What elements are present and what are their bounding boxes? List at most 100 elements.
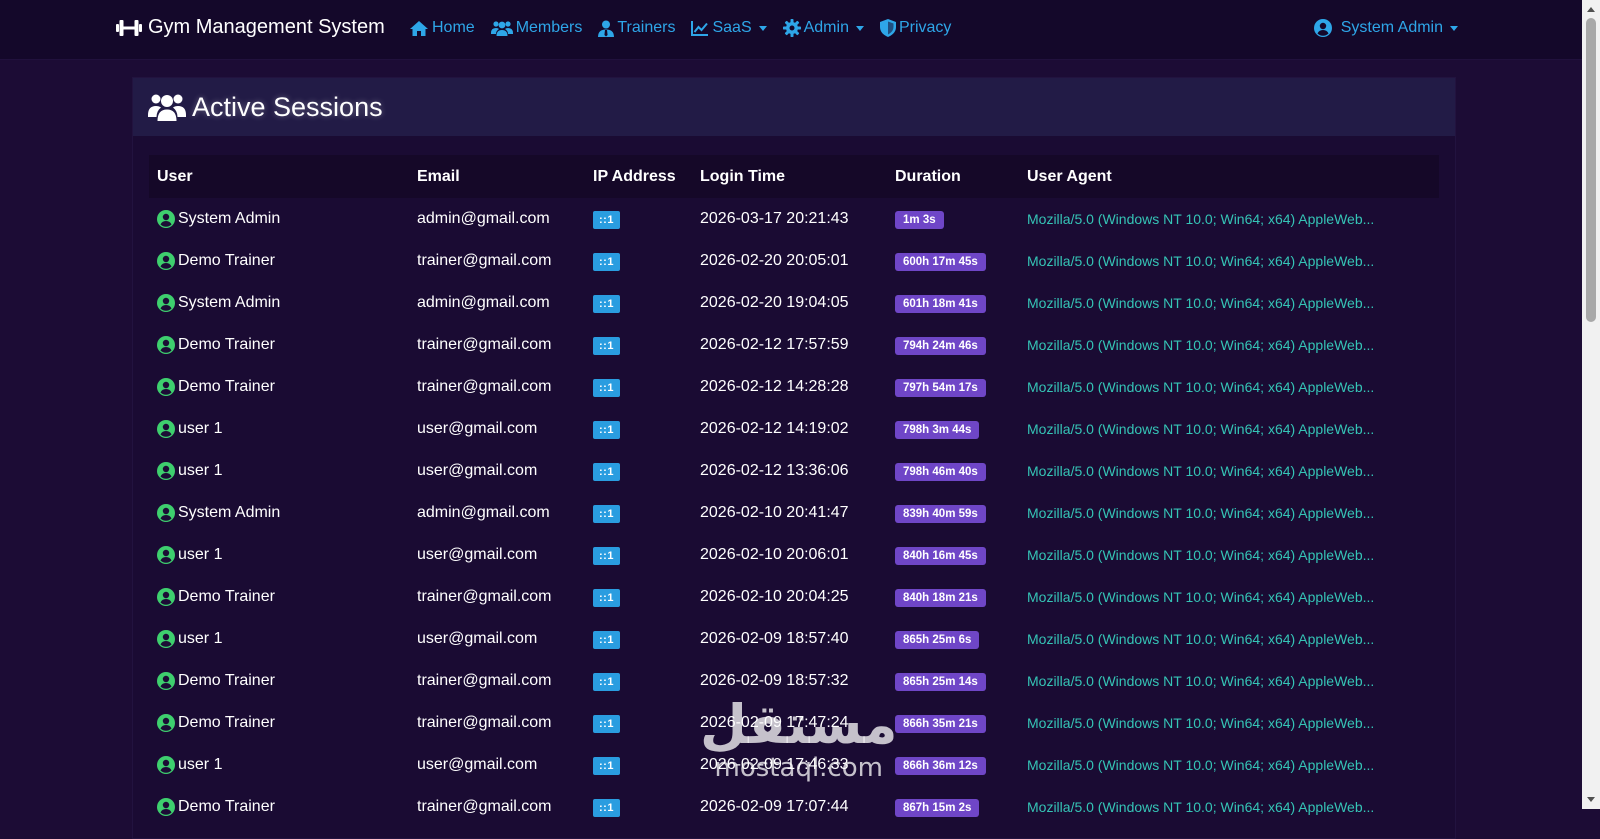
table-row: Demo Trainer trainer@gmail.com::1 2026-02-… [149,702,1439,744]
cell-ip: ::1 [585,324,692,366]
user-cell: Demo Trainer [157,252,409,270]
user-agent-text: Mozilla/5.0 (Windows NT 10.0; Win64; x64… [1027,799,1375,815]
cell-user-agent: Mozilla/5.0 (Windows NT 10.0; Win64; x64… [1019,450,1439,492]
cell-ip: ::1 [585,282,692,324]
cell-email: admin@gmail.com [417,294,550,311]
column-header-user-agent: User Agent [1027,167,1112,185]
user-status-icon [157,336,175,354]
page-scrollbar[interactable] [1582,0,1600,809]
table-row: Demo Trainer trainer@gmail.com::1 2026-02-… [149,786,1439,828]
cell-duration: 865h 25m 6s [887,618,1019,660]
ip-badge: ::1 [593,714,620,733]
cell-ip: ::1 [585,744,692,786]
user-name: Demo Trainer [178,798,275,815]
ip-badge: ::1 [593,378,620,397]
ip-badge: ::1 [593,630,620,649]
user-name: System Admin [178,210,281,227]
nav-members[interactable]: Members [490,19,582,37]
cell-duration: 794h 24m 46s [887,324,1019,366]
chevron-down-icon [758,25,767,31]
cell-user: user 1 [149,408,409,450]
user-status-icon [157,294,175,312]
user-agent-text: Mozilla/5.0 (Windows NT 10.0; Win64; x64… [1027,715,1375,731]
cell-user: user 1 [149,744,409,786]
user-name: Demo Trainer [178,672,275,689]
user-name: user 1 [178,630,223,647]
cell-duration: 866h 36m 12s [887,744,1019,786]
nav-saas-label: SaaS [712,19,752,36]
cell-user: Demo Trainer [149,702,409,744]
ip-badge: ::1 [593,798,620,817]
user-status-icon [157,798,175,816]
table-row: user 1 user@gmail.com::1 2026-02-12 14:19:… [149,408,1439,450]
cell-login-time: 2026-02-12 13:36:06 [700,462,849,479]
nav-admin[interactable]: Admin [782,19,864,37]
nav-links: Home Members Trainers SaaS Admin Privacy [409,19,967,37]
user-cell: user 1 [157,546,409,564]
table-header-row: User Email IP Address Login Time Duratio… [149,155,1439,198]
cell-email: user@gmail.com [417,420,538,437]
brand-name: Gym Management System [148,16,385,38]
user-cell: user 1 [157,756,409,774]
brand-link[interactable]: Gym Management System [116,16,385,39]
cell-login-time: 2026-02-09 18:57:40 [700,630,849,647]
cell-user-agent: Mozilla/5.0 (Windows NT 10.0; Win64; x64… [1019,786,1439,828]
ip-badge: ::1 [593,420,620,439]
cell-email: user@gmail.com [417,546,538,563]
cell-email: trainer@gmail.com [417,336,552,353]
cell-email: trainer@gmail.com [417,714,552,731]
duration-badge: 865h 25m 14s [895,672,986,691]
nav-saas[interactable]: SaaS [691,19,767,37]
duration-badge: 797h 54m 17s [895,378,986,397]
user-cell: Demo Trainer [157,378,409,396]
cell-email: user@gmail.com [417,756,538,773]
column-header-ip: IP Address [593,167,676,185]
chevron-down-icon [1450,25,1458,31]
ip-badge: ::1 [593,294,620,313]
cell-duration: 798h 46m 40s [887,450,1019,492]
cell-user: System Admin [149,492,409,534]
cell-ip: ::1 [585,576,692,618]
user-status-icon [157,672,175,690]
scroll-up-arrow-icon[interactable] [1587,7,1595,12]
cell-user: user 1 [149,450,409,492]
nav-trainers[interactable]: Trainers [598,19,675,37]
scrollbar-thumb[interactable] [1586,18,1596,322]
cell-user: Demo Trainer [149,240,409,282]
scroll-down-arrow-icon[interactable] [1587,797,1595,802]
cell-login-time: 2026-02-10 20:06:01 [700,546,849,563]
users-icon [148,94,186,121]
user-cell: Demo Trainer [157,714,409,732]
cell-ip: ::1 [585,408,692,450]
user-menu[interactable]: System Admin [1313,19,1458,37]
duration-badge: 1m 3s [895,210,944,229]
cell-user-agent: Mozilla/5.0 (Windows NT 10.0; Win64; x64… [1019,240,1439,282]
cell-login-time: 2026-02-10 20:41:47 [700,504,849,521]
nav-trainers-label: Trainers [617,19,676,36]
duration-badge: 839h 40m 59s [895,504,986,523]
table-row: Demo Trainer trainer@gmail.com::1 2026-02-… [149,660,1439,702]
user-name: user 1 [178,756,223,773]
cell-duration: 840h 18m 21s [887,576,1019,618]
user-name: Demo Trainer [178,378,275,395]
duration-badge: 798h 46m 40s [895,462,986,481]
cell-user-agent: Mozilla/5.0 (Windows NT 10.0; Win64; x64… [1019,744,1439,786]
user-agent-text: Mozilla/5.0 (Windows NT 10.0; Win64; x64… [1027,757,1375,773]
nav-privacy[interactable]: Privacy [879,19,951,37]
cell-login-time: 2026-02-12 14:19:02 [700,420,849,437]
nav-admin-label: Admin [803,19,849,36]
cell-user-agent: Mozilla/5.0 (Windows NT 10.0; Win64; x64… [1019,198,1439,240]
cell-email: trainer@gmail.com [417,798,552,815]
cell-user: user 1 [149,534,409,576]
user-tie-icon [598,20,615,37]
user-name: user 1 [178,462,223,479]
nav-home[interactable]: Home [409,19,475,37]
table-row: user 1 user@gmail.com::1 2026-02-09 18:57:… [149,618,1439,660]
ip-badge: ::1 [593,546,620,565]
user-cell: user 1 [157,462,409,480]
table-row: System Admin admin@gmail.com::1 2026-02-10… [149,492,1439,534]
duration-badge: 866h 36m 12s [895,756,986,775]
user-cell: System Admin [157,504,409,522]
ip-badge: ::1 [593,756,620,775]
cell-email: admin@gmail.com [417,210,550,227]
